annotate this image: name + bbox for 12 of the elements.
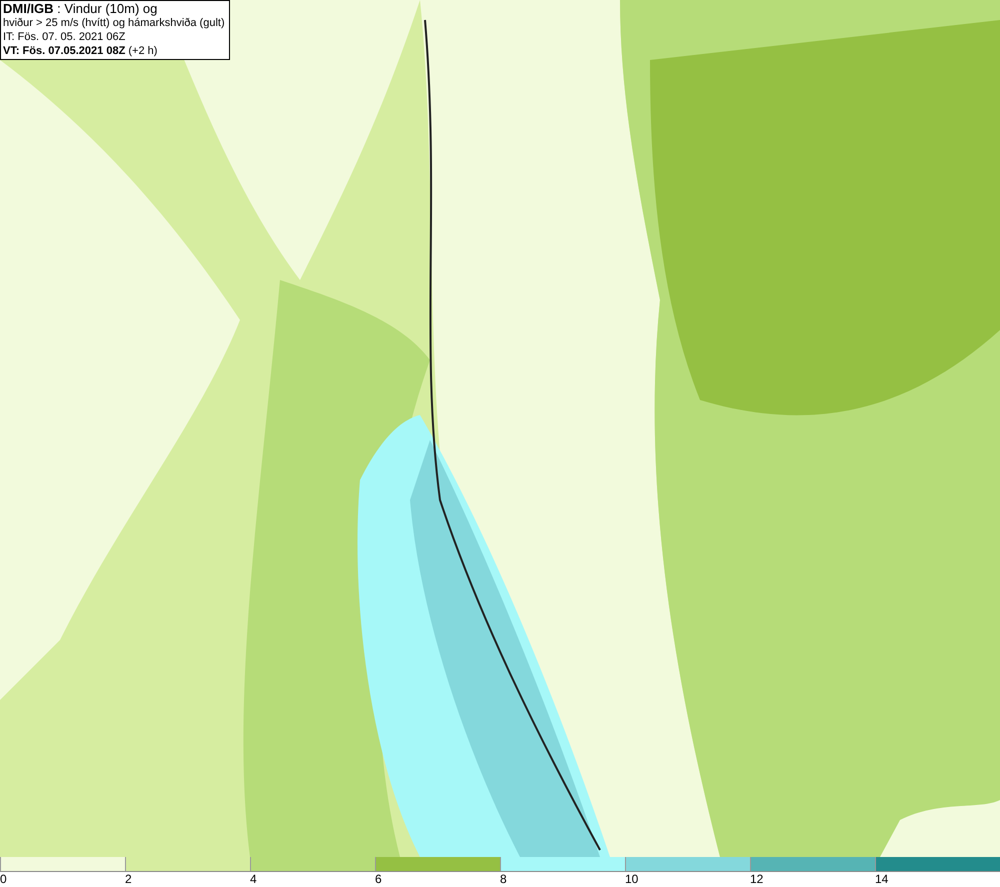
legend-tick-label: 10 [625,872,640,886]
title-line: VT: Fös. 07.05.2021 08Z (+2 h) [3,44,158,58]
title-line: DMI/IGB : Vindur (10m) og [3,2,158,16]
legend-tick-label: 14 [875,872,890,886]
title-line: hviður > 25 m/s (hvítt) og hámarkshviða (gult) [3,16,225,30]
legend-tick-label: 8 [500,872,508,886]
legend-tick-label: 2 [125,872,133,886]
legend-tick-label: 4 [250,872,258,886]
legend-tick-label: 12 [750,872,764,886]
legend-tick-label: 0 [0,872,8,886]
title-line: IT: Fös. 07. 05. 2021 06Z [3,30,126,44]
legend-tick-label: 6 [375,872,383,886]
